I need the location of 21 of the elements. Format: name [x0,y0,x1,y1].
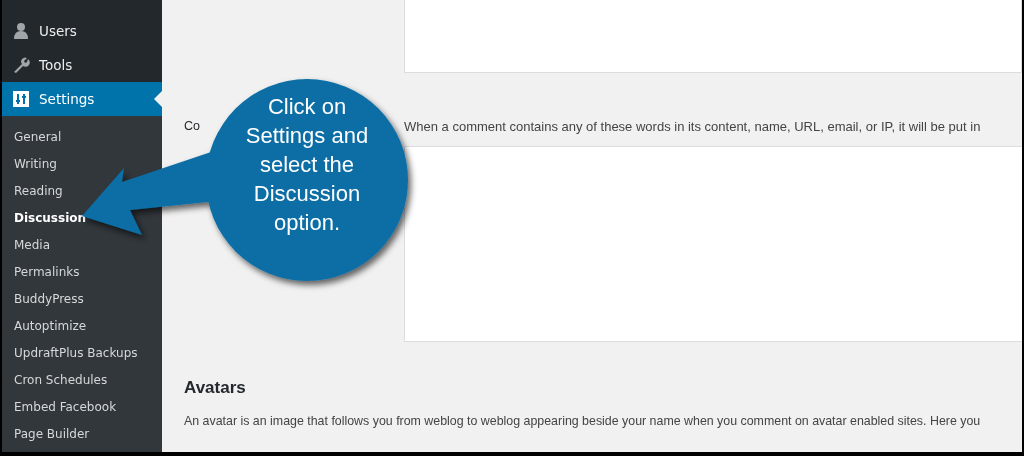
submenu-item[interactable]: Autoptimize [2,313,162,340]
field-description: When a comment contains any of these words in its content, name, URL, email, or IP, it will be put in [404,118,982,134]
submenu-item[interactable]: UpdraftPlus Backups [2,340,162,367]
textarea[interactable] [404,146,1022,342]
submenu-item[interactable]: General [2,124,162,151]
wrench-icon [12,56,30,74]
menu-item[interactable]: Tools [2,48,162,82]
submenu-item[interactable]: Page Builder [2,421,162,448]
field-label: Co [184,119,200,133]
section-heading: Avatars [184,378,247,398]
textarea[interactable] [404,0,1022,73]
callout-text: Click on Settings and select the Discussion option. [244,93,370,237]
submenu-item[interactable]: Cron Schedules [2,367,162,394]
submenu-item[interactable]: Permalinks [2,259,162,286]
menu-item[interactable]: Settings [2,82,162,116]
settings-icon [12,90,30,108]
menu-item[interactable]: Users [2,14,162,48]
submenu-item[interactable]: BuddyPress [2,286,162,313]
submenu-item[interactable]: Embed Facebook [2,394,162,421]
user-icon [12,22,30,40]
section-description: An avatar is an image that follows you from weblog to weblog appearing beside your name when you comment on avatar enabled sites. Here you [184,414,982,428]
